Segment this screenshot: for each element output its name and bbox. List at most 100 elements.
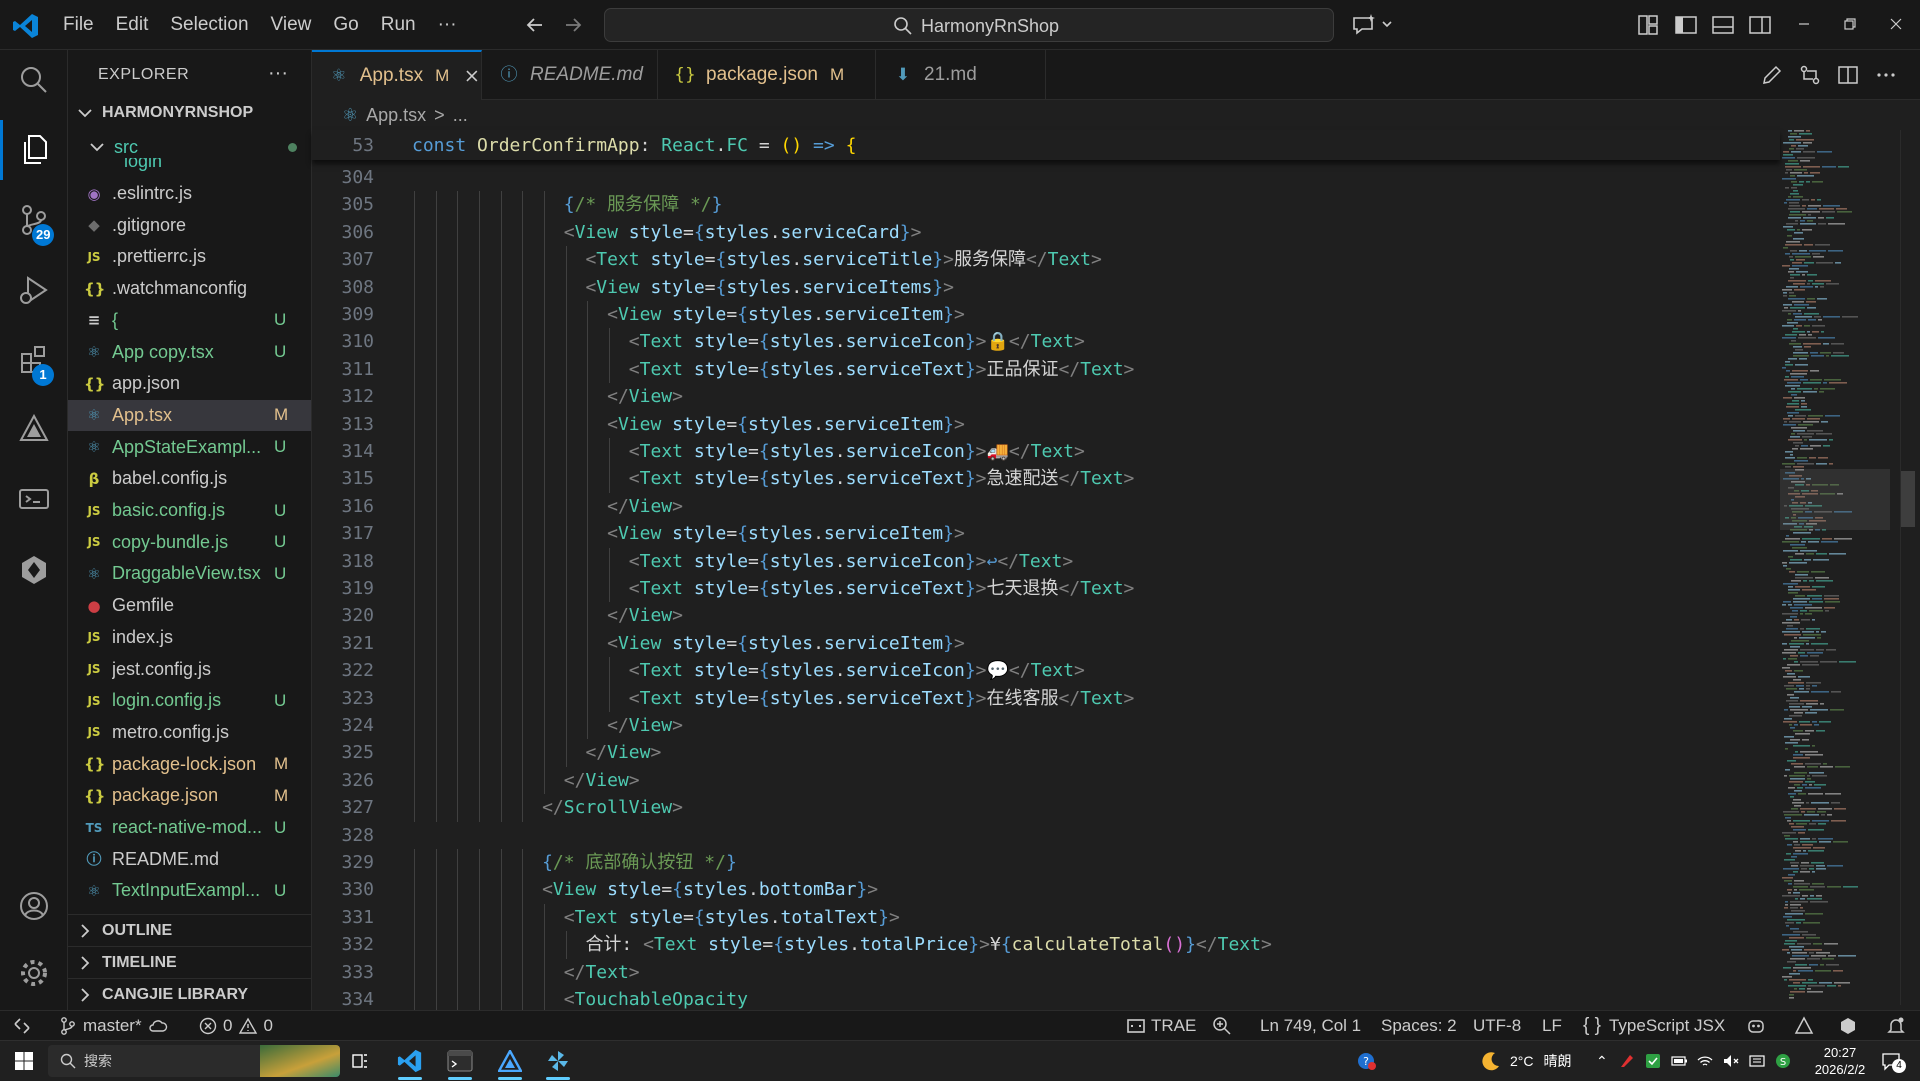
file-item[interactable]: {} app.json	[68, 368, 311, 399]
indentation[interactable]: Spaces: 2	[1381, 1011, 1457, 1041]
tab-21-md[interactable]: ⬇ 21.md	[876, 50, 1046, 100]
breadcrumb-file[interactable]: App.tsx	[366, 105, 426, 126]
minimap-slider[interactable]	[1780, 469, 1890, 530]
branch-indicator[interactable]: master*	[58, 1011, 173, 1041]
file-item[interactable]: JS index.js	[68, 622, 311, 653]
code-line[interactable]: 332 合计: <Text style={styles.totalPrice}>¥…	[312, 931, 1780, 959]
toggle-primary-sidebar-icon[interactable]	[1674, 13, 1698, 37]
folder-src[interactable]: src	[88, 134, 311, 160]
file-item[interactable]: ⓘ README.md	[68, 844, 311, 875]
code-line[interactable]: 333 </Text>	[312, 958, 1780, 986]
taskbar-search[interactable]: 搜索	[48, 1045, 340, 1077]
file-item[interactable]: ◉ .eslintrc.js	[68, 178, 311, 209]
code-line[interactable]: 325 </View>	[312, 739, 1780, 767]
code-line[interactable]: 327 </ScrollView>	[312, 794, 1780, 822]
taskbar-vscode[interactable]	[390, 1045, 430, 1080]
split-editor-icon[interactable]	[1836, 63, 1860, 87]
code-line[interactable]: 330 <View style={styles.bottomBar}>	[312, 876, 1780, 904]
cangjie-activity[interactable]	[0, 540, 68, 600]
file-item[interactable]: ⚛ App copy.tsx U	[68, 337, 311, 368]
file-item[interactable]: TS react-native-mod... U	[68, 812, 311, 843]
code-line[interactable]: 328	[312, 822, 1780, 849]
timeline-section[interactable]: TIMELINE	[68, 946, 311, 978]
file-item[interactable]: JS metro.config.js	[68, 717, 311, 748]
code-line[interactable]: 323 <Text style={styles.serviceText}>在线客服…	[312, 684, 1780, 712]
file-item[interactable]: JS jest.config.js	[68, 654, 311, 685]
file-item[interactable]: ⚛ AppStateExampl... U	[68, 432, 311, 463]
file-item[interactable]: ≡ {U	[68, 305, 311, 336]
menu-selection[interactable]: Selection	[159, 7, 259, 43]
code-line[interactable]: 318 <Text style={styles.serviceIcon}>↩</T…	[312, 547, 1780, 575]
code-line[interactable]: 329 {/* 底部确认按钮 */}	[312, 849, 1780, 877]
menu-run[interactable]: Run	[370, 7, 427, 43]
edit-pencil-icon[interactable]	[1760, 63, 1784, 87]
system-tray-icons[interactable]: ⌃ S	[1596, 1041, 1792, 1081]
code-line[interactable]: 324 </View>	[312, 712, 1780, 740]
file-item[interactable]: β babel.config.js	[68, 463, 311, 494]
file-item[interactable]: JS .prettierrc.js	[68, 241, 311, 272]
file-item[interactable]: ⚛ DraggableView.tsx U	[68, 558, 311, 589]
trae-indicator[interactable]: TRAE	[1126, 1011, 1196, 1041]
problems-indicator[interactable]: 0 0	[198, 1011, 273, 1041]
zoom-indicator[interactable]	[1212, 1011, 1237, 1041]
tray-alert[interactable]: ?	[1356, 1041, 1378, 1081]
file-item[interactable]: JS login.config.js U	[68, 685, 311, 716]
manage-activity[interactable]	[0, 943, 68, 1003]
start-button[interactable]	[4, 1045, 44, 1077]
file-item[interactable]: ● Gemfile	[68, 590, 311, 621]
menu-more[interactable]: ···	[427, 7, 468, 43]
minimize-icon[interactable]	[1792, 12, 1816, 36]
code-editor[interactable]: 304 305 {/* 服务保障 */} 306 <View style={styles…	[312, 160, 1780, 1025]
file-item[interactable]: {} package.json M	[68, 780, 311, 811]
tab-package-json[interactable]: {} package.json M	[658, 50, 876, 100]
notifications[interactable]	[1886, 1011, 1911, 1041]
code-line[interactable]: 312 </View>	[312, 383, 1780, 411]
sticky-scroll-line[interactable]: 53 const OrderConfirmApp: React.FC = () =…	[312, 130, 1780, 160]
command-center-search[interactable]: HarmonyRnShop	[604, 8, 1334, 42]
toggle-secondary-sidebar-icon[interactable]	[1748, 13, 1772, 37]
explorer-activity[interactable]	[0, 120, 68, 180]
accounts-activity[interactable]	[0, 876, 68, 936]
notification-center[interactable]: 4	[1880, 1041, 1906, 1081]
code-line[interactable]: 319 <Text style={styles.serviceText}>七天退换…	[312, 575, 1780, 603]
customize-layout-icon[interactable]	[1636, 13, 1660, 37]
close-window-icon[interactable]	[1884, 12, 1908, 36]
file-item[interactable]: ◆ .gitignore	[68, 210, 311, 241]
remote-explorer-activity[interactable]	[0, 470, 68, 530]
tab-readme-md[interactable]: ⓘ README.md	[482, 50, 658, 100]
breadcrumb-symbol[interactable]: ...	[453, 105, 468, 126]
menu-view[interactable]: View	[260, 7, 323, 43]
workspace-root[interactable]: HARMONYRNSHOP	[76, 104, 253, 122]
forward-arrow-icon[interactable]	[560, 12, 586, 38]
code-line[interactable]: 53 const OrderConfirmApp: React.FC = () =…	[312, 132, 1780, 159]
encoding[interactable]: UTF-8	[1473, 1011, 1521, 1041]
code-line[interactable]: 314 <Text style={styles.serviceIcon}>🚚</T…	[312, 438, 1780, 466]
file-item[interactable]: JS copy-bundle.js U	[68, 527, 311, 558]
weather-widget[interactable]: 2°C 晴朗	[1480, 1041, 1572, 1081]
source-control-activity[interactable]: 29	[0, 190, 68, 250]
extensions-activity[interactable]: 1	[0, 330, 68, 390]
taskbar-app[interactable]	[538, 1045, 578, 1080]
code-line[interactable]: 315 <Text style={styles.serviceText}>急速配送…	[312, 465, 1780, 493]
explorer-more-actions[interactable]: ···	[268, 62, 288, 85]
code-line[interactable]: 326 </View>	[312, 766, 1780, 795]
language-mode[interactable]: { } TypeScript JSX	[1583, 1011, 1725, 1041]
code-line[interactable]: 316 </View>	[312, 492, 1780, 521]
code-line[interactable]: 307 <Text style={styles.serviceTitle}>服务保…	[312, 246, 1780, 274]
cangjie-library-section[interactable]: CANGJIE LIBRARY	[68, 978, 311, 1010]
deveco-activity[interactable]	[0, 400, 68, 460]
clock[interactable]: 20:27 2026/2/2	[1804, 1041, 1876, 1081]
code-line[interactable]: 322 <Text style={styles.serviceIcon}>💬</T…	[312, 657, 1780, 685]
restore-icon[interactable]	[1838, 12, 1862, 36]
toggle-panel-icon[interactable]	[1711, 13, 1735, 37]
code-line[interactable]: 305 {/* 服务保障 */}	[312, 191, 1780, 219]
end-of-line[interactable]: LF	[1542, 1011, 1562, 1041]
menu-file[interactable]: File	[52, 7, 105, 43]
cursor-position[interactable]: Ln 749, Col 1	[1260, 1011, 1361, 1041]
copilot-status[interactable]	[1746, 1011, 1771, 1041]
code-line[interactable]: 304	[312, 164, 1780, 191]
file-item[interactable]: {} package-lock.json M	[68, 749, 311, 780]
minimap[interactable]	[1780, 130, 1890, 1005]
menu-go[interactable]: Go	[322, 7, 369, 43]
search-activity[interactable]	[0, 50, 68, 110]
